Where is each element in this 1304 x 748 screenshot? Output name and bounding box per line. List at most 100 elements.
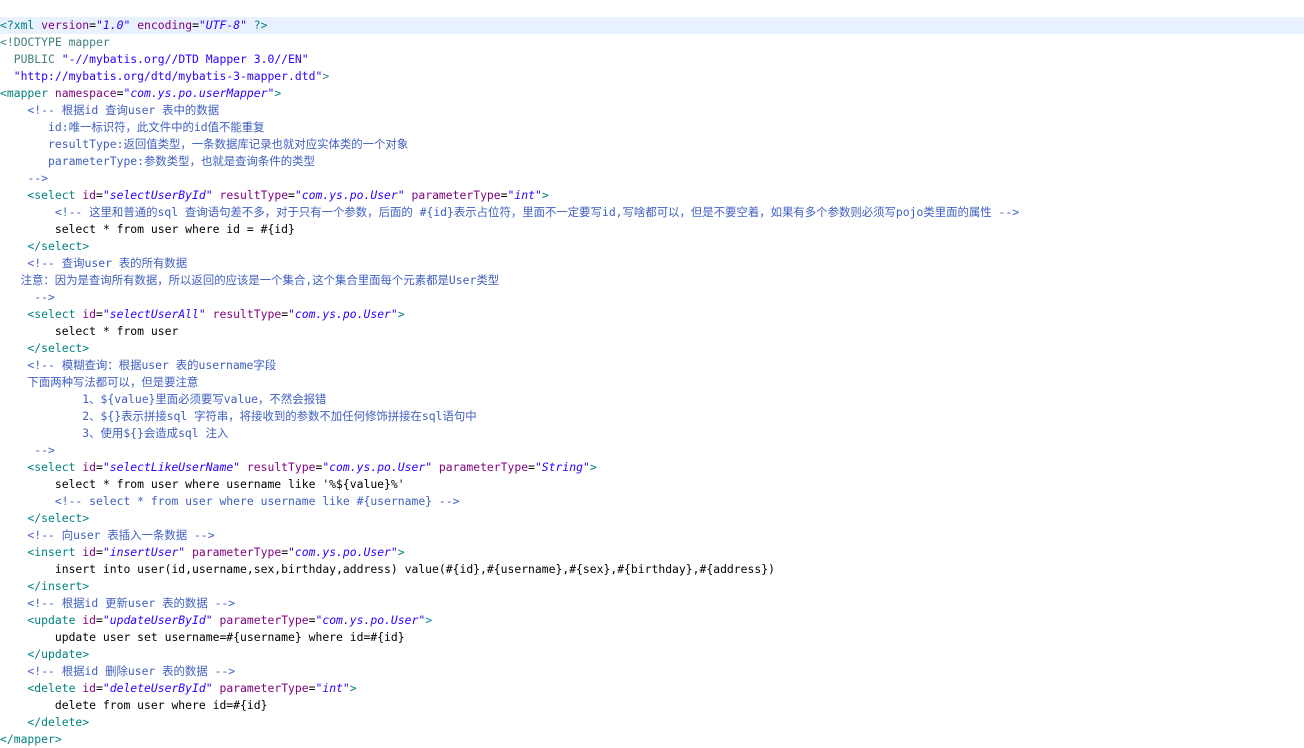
code-token: "com.ys.po.User" — [294, 188, 405, 202]
code-line[interactable]: <select id="selectUserById" resultType="… — [0, 187, 1304, 204]
code-line[interactable]: 下面两种写法都可以，但是要注意 — [0, 374, 1304, 391]
code-token: "-//mybatis.org//DTD Mapper 3.0//EN" — [61, 52, 309, 66]
code-token: <delete — [0, 681, 83, 695]
code-line[interactable]: 1、${value}里面必须要写value，不然会报错 — [0, 391, 1304, 408]
code-token: resultType — [212, 307, 282, 321]
code-line[interactable]: <mapper namespace="com.ys.po.userMapper"… — [0, 85, 1304, 102]
code-line[interactable]: 3、使用${}会造成sql 注入 — [0, 425, 1304, 442]
code-token: </mapper> — [0, 732, 62, 746]
code-line[interactable]: --> — [0, 442, 1304, 459]
code-token: </select> — [0, 511, 90, 525]
code-token: id — [82, 681, 97, 695]
code-line[interactable]: 2、${}表示拼接sql 字符串，将接收到的参数不加任何修饰拼接在sql语句中 — [0, 408, 1304, 425]
code-token: = — [500, 188, 508, 202]
code-token: <!-- 根据id 删除user 表的数据 --> — [0, 664, 236, 678]
code-token: "com.ys.po.User" — [315, 613, 426, 627]
code-token: <!-- 根据id 查询user 表中的数据 — [0, 103, 220, 117]
code-line[interactable]: <!-- 根据id 查询user 表中的数据 — [0, 102, 1304, 119]
code-line[interactable]: <select id="selectLikeUserName" resultTy… — [0, 459, 1304, 476]
code-token: = — [96, 460, 103, 474]
code-line[interactable]: delete from user where id=#{id} — [0, 697, 1304, 714]
code-line[interactable]: parameterType:参数类型，也就是查询条件的类型 — [0, 153, 1304, 170]
code-line[interactable]: </insert> — [0, 578, 1304, 595]
code-token: id — [82, 307, 97, 321]
code-token: <mapper — [0, 86, 55, 100]
code-line[interactable]: update user set username=#{username} whe… — [0, 629, 1304, 646]
code-token: parameterType — [219, 613, 309, 627]
code-line[interactable]: <!DOCTYPE mapper — [0, 34, 1304, 51]
code-line[interactable]: insert into user(id,username,sex,birthda… — [0, 561, 1304, 578]
code-token: "deleteUserById" — [102, 681, 213, 695]
code-line[interactable]: <!-- 根据id 更新user 表的数据 --> — [0, 595, 1304, 612]
code-line[interactable]: <!-- select * from user where username l… — [0, 493, 1304, 510]
code-token: = — [89, 18, 97, 32]
code-token: </select> — [0, 341, 90, 355]
code-line[interactable]: --> — [0, 170, 1304, 187]
code-line[interactable]: 注意：因为是查询所有数据，所以返回的应该是一个集合,这个集合里面每个元素都是Us… — [0, 272, 1304, 289]
code-line[interactable]: <!-- 向user 表插入一条数据 --> — [0, 527, 1304, 544]
code-line[interactable]: </update> — [0, 646, 1304, 663]
code-token: <!-- 模糊查询：根据user 表的username字段 — [0, 358, 277, 372]
code-line[interactable]: </mapper> — [0, 731, 1304, 748]
code-token: id — [82, 460, 97, 474]
code-line[interactable]: select * from user where username like '… — [0, 476, 1304, 493]
code-token: > — [349, 681, 357, 695]
code-line[interactable]: <!-- 根据id 删除user 表的数据 --> — [0, 663, 1304, 680]
code-token: ?> — [246, 18, 268, 32]
code-line[interactable]: <!-- 模糊查询：根据user 表的username字段 — [0, 357, 1304, 374]
code-token: resultType:返回值类型，一条数据库记录也就对应实体类的一个对象 — [0, 137, 409, 151]
code-token: "http://mybatis.org/dtd/mybatis-3-mapper… — [0, 69, 323, 83]
code-token: "UTF-8" — [198, 18, 247, 32]
code-token: <!-- select * from user where username l… — [0, 494, 460, 508]
code-token: "1.0" — [96, 18, 131, 32]
code-token: 注意：因为是查询所有数据，所以返回的应该是一个集合,这个集合里面每个元素都是Us… — [0, 273, 500, 287]
code-token: update user set username=#{username} whe… — [0, 630, 405, 644]
code-line[interactable]: select * from user where id = #{id} — [0, 221, 1304, 238]
code-token: 3、使用${}会造成sql 注入 — [0, 426, 229, 440]
code-token: parameterType — [411, 188, 501, 202]
code-line[interactable]: id:唯一标识符，此文件中的id值不能重复 — [0, 119, 1304, 136]
code-token: 2、${}表示拼接sql 字符串，将接收到的参数不加任何修饰拼接在sql语句中 — [0, 409, 477, 423]
code-line[interactable]: <delete id="deleteUserById" parameterTyp… — [0, 680, 1304, 697]
code-line[interactable]: <?xml version="1.0" encoding="UTF-8" ?> — [0, 17, 1304, 34]
code-token: "com.ys.po.User" — [288, 545, 398, 559]
code-token: id:唯一标识符，此文件中的id值不能重复 — [0, 120, 265, 134]
code-token: </delete> — [0, 715, 90, 729]
code-line[interactable]: </select> — [0, 340, 1304, 357]
code-line[interactable]: --> — [0, 289, 1304, 306]
code-token: > — [589, 460, 597, 474]
code-line[interactable]: <!-- 查询user 表的所有数据 — [0, 255, 1304, 272]
code-line[interactable]: <!-- 这里和普通的sql 查询语句差不多，对于只有一个参数，后面的 #{id… — [0, 204, 1304, 221]
code-line[interactable]: "http://mybatis.org/dtd/mybatis-3-mapper… — [0, 68, 1304, 85]
code-token: select * from user where id = #{id} — [0, 222, 295, 236]
code-token: "insertUser" — [102, 545, 186, 559]
code-line[interactable]: PUBLIC "-//mybatis.org//DTD Mapper 3.0//… — [0, 51, 1304, 68]
code-token: = — [528, 460, 535, 474]
code-token: parameterType — [219, 681, 309, 695]
code-token: <!-- 这里和普通的sql 查询语句差不多，对于只有一个参数，后面的 #{id… — [0, 205, 1020, 219]
code-line[interactable]: </delete> — [0, 714, 1304, 731]
code-line[interactable]: resultType:返回值类型，一条数据库记录也就对应实体类的一个对象 — [0, 136, 1304, 153]
code-token: --> — [0, 290, 55, 304]
code-token: select * from user where username like '… — [0, 477, 405, 491]
code-line[interactable]: </select> — [0, 510, 1304, 527]
code-token: parameterType — [192, 545, 282, 559]
code-line[interactable]: <update id="updateUserById" parameterTyp… — [0, 612, 1304, 629]
code-token: "com.ys.po.User" — [288, 307, 398, 321]
code-line[interactable]: </select> — [0, 238, 1304, 255]
code-token: > — [425, 613, 433, 627]
code-token: = — [96, 307, 103, 321]
code-token: id — [82, 188, 97, 202]
code-token: </insert> — [0, 579, 90, 593]
code-token: delete from user where id=#{id} — [0, 698, 268, 712]
code-token: "String" — [534, 460, 590, 474]
code-line[interactable]: select * from user — [0, 323, 1304, 340]
code-line[interactable]: <insert id="insertUser" parameterType="c… — [0, 544, 1304, 561]
code-line[interactable]: <select id="selectUserAll" resultType="c… — [0, 306, 1304, 323]
code-token: "com.ys.po.User" — [322, 460, 433, 474]
code-editor[interactable]: <?xml version="1.0" encoding="UTF-8" ?> <… — [0, 0, 1304, 748]
code-token: encoding — [137, 18, 193, 32]
